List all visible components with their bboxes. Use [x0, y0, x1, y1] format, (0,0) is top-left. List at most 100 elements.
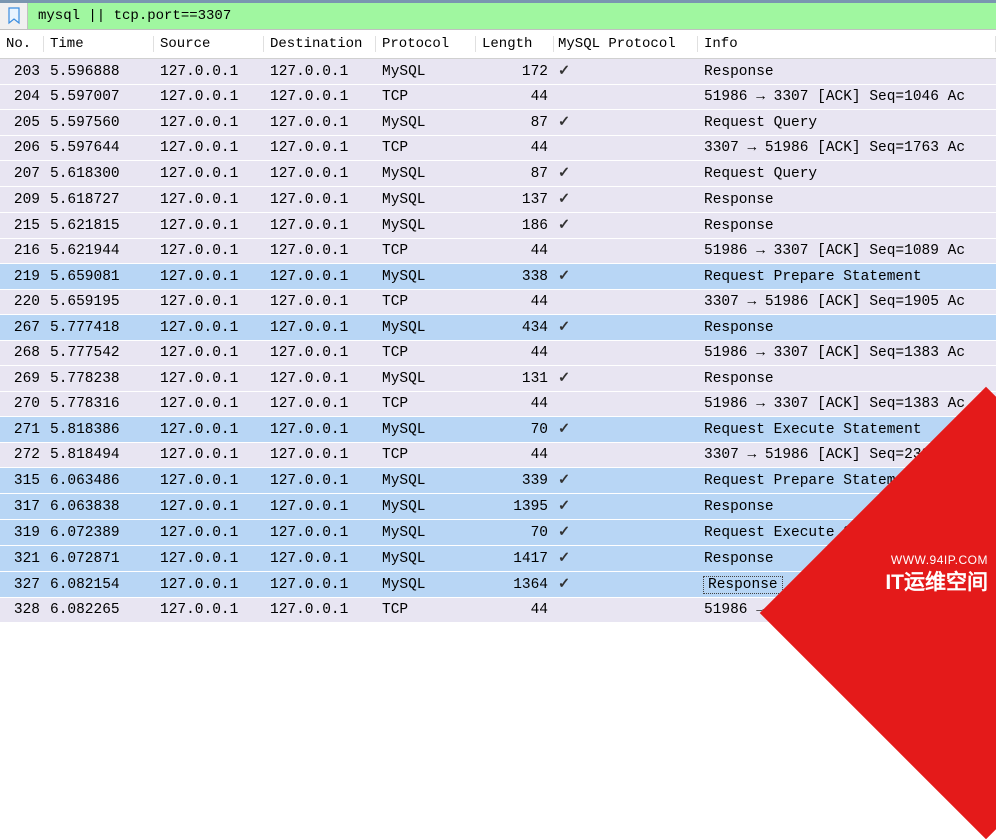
check-icon: ✓: [558, 166, 570, 182]
cell-destination: 127.0.0.1: [264, 341, 376, 366]
cell-no: 206: [0, 136, 44, 161]
cell-time: 5.621944: [44, 239, 154, 264]
packet-row[interactable]: 2695.778238127.0.0.1127.0.0.1MySQL131✓Re…: [0, 366, 996, 392]
packet-row[interactable]: 3216.072871127.0.0.1127.0.0.1MySQL1417✓R…: [0, 546, 996, 572]
cell-time: 6.082265: [44, 598, 154, 623]
cell-length: 70: [476, 417, 554, 443]
col-header-info[interactable]: Info: [698, 30, 996, 59]
packet-row[interactable]: 2725.818494127.0.0.1127.0.0.1TCP443307 →…: [0, 443, 996, 468]
check-icon: ✓: [558, 551, 570, 567]
check-icon: ✓: [558, 269, 570, 285]
cell-no: 269: [0, 366, 44, 392]
cell-protocol: MySQL: [376, 264, 476, 290]
packet-row[interactable]: 3156.063486127.0.0.1127.0.0.1MySQL339✓Re…: [0, 468, 996, 494]
col-header-time[interactable]: Time: [44, 30, 154, 59]
cell-length: 137: [476, 187, 554, 213]
packet-row[interactable]: 2095.618727127.0.0.1127.0.0.1MySQL137✓Re…: [0, 187, 996, 213]
cell-destination: 127.0.0.1: [264, 239, 376, 264]
cell-length: 1417: [476, 546, 554, 572]
filter-bar: [0, 0, 996, 30]
cell-source: 127.0.0.1: [154, 213, 264, 239]
packet-row[interactable]: 2715.818386127.0.0.1127.0.0.1MySQL70✓Req…: [0, 417, 996, 443]
packet-row[interactable]: 2195.659081127.0.0.1127.0.0.1MySQL338✓Re…: [0, 264, 996, 290]
col-header-no[interactable]: No.: [0, 30, 44, 59]
cell-info: Response: [698, 366, 996, 392]
cell-length: 44: [476, 341, 554, 366]
packet-row[interactable]: 2075.618300127.0.0.1127.0.0.1MySQL87✓Req…: [0, 161, 996, 187]
packet-row[interactable]: 3196.072389127.0.0.1127.0.0.1MySQL70✓Req…: [0, 520, 996, 546]
packet-row[interactable]: 2685.777542127.0.0.1127.0.0.1TCP4451986 …: [0, 341, 996, 366]
cell-info: 51986 → 3307 [ACK] Seq=1383 Ac: [698, 341, 996, 366]
cell-time: 5.777418: [44, 315, 154, 341]
cell-protocol: TCP: [376, 85, 476, 110]
packet-row[interactable]: 2705.778316127.0.0.1127.0.0.1TCP4451986 …: [0, 392, 996, 417]
cell-time: 5.778316: [44, 392, 154, 417]
cell-length: 434: [476, 315, 554, 341]
check-icon: ✓: [558, 422, 570, 438]
packet-row[interactable]: 2205.659195127.0.0.1127.0.0.1TCP443307 →…: [0, 290, 996, 315]
col-header-length[interactable]: Length: [476, 30, 554, 59]
cell-source: 127.0.0.1: [154, 315, 264, 341]
cell-info: Request Execute Statement: [698, 417, 996, 443]
check-icon: ✓: [558, 218, 570, 234]
cell-info: 51986 → 3: [698, 598, 996, 623]
cell-no: 317: [0, 494, 44, 520]
cell-no: 315: [0, 468, 44, 494]
packet-row[interactable]: 3176.063838127.0.0.1127.0.0.1MySQL1395✓R…: [0, 494, 996, 520]
cell-source: 127.0.0.1: [154, 341, 264, 366]
col-header-source[interactable]: Source: [154, 30, 264, 59]
cell-length: 172: [476, 59, 554, 85]
cell-info: 51986 → 3307 [ACK] Seq=1089 Ac: [698, 239, 996, 264]
cell-source: 127.0.0.1: [154, 546, 264, 572]
packet-row[interactable]: 2675.777418127.0.0.1127.0.0.1MySQL434✓Re…: [0, 315, 996, 341]
packet-row[interactable]: 2045.597007127.0.0.1127.0.0.1TCP4451986 …: [0, 85, 996, 110]
cell-time: 5.659081: [44, 264, 154, 290]
check-icon: ✓: [558, 473, 570, 489]
cell-time: 5.597560: [44, 110, 154, 136]
cell-info: 51986 → 3307 [ACK] Seq=1383 Ac: [698, 392, 996, 417]
cell-source: 127.0.0.1: [154, 239, 264, 264]
cell-length: 44: [476, 598, 554, 623]
check-icon: ✓: [558, 115, 570, 131]
packet-row[interactable]: 3276.082154127.0.0.1127.0.0.1MySQL1364✓R…: [0, 572, 996, 598]
cell-mysql-protocol: ✓: [554, 59, 698, 85]
cell-protocol: MySQL: [376, 59, 476, 85]
cell-mysql-protocol: ✓: [554, 187, 698, 213]
col-header-protocol[interactable]: Protocol: [376, 30, 476, 59]
check-icon: ✓: [558, 499, 570, 515]
cell-protocol: MySQL: [376, 572, 476, 598]
col-header-mysql[interactable]: MySQL Protocol: [554, 30, 698, 59]
cell-protocol: MySQL: [376, 546, 476, 572]
packet-row[interactable]: 2155.621815127.0.0.1127.0.0.1MySQL186✓Re…: [0, 213, 996, 239]
check-icon: ✓: [558, 192, 570, 208]
cell-time: 6.082154: [44, 572, 154, 598]
cell-protocol: TCP: [376, 392, 476, 417]
packet-row[interactable]: 2035.596888127.0.0.1127.0.0.1MySQL172✓Re…: [0, 59, 996, 85]
cell-length: 131: [476, 366, 554, 392]
display-filter-input[interactable]: [28, 3, 996, 29]
cell-destination: 127.0.0.1: [264, 598, 376, 623]
packet-row[interactable]: 2065.597644127.0.0.1127.0.0.1TCP443307 →…: [0, 136, 996, 161]
cell-no: 319: [0, 520, 44, 546]
cell-time: 5.777542: [44, 341, 154, 366]
packet-row[interactable]: 3286.082265127.0.0.1127.0.0.1TCP4451986 …: [0, 598, 996, 623]
packet-row[interactable]: 2055.597560127.0.0.1127.0.0.1MySQL87✓Req…: [0, 110, 996, 136]
cell-time: 5.597644: [44, 136, 154, 161]
packet-row[interactable]: 2165.621944127.0.0.1127.0.0.1TCP4451986 …: [0, 239, 996, 264]
cell-length: 338: [476, 264, 554, 290]
cell-protocol: TCP: [376, 443, 476, 468]
col-header-destination[interactable]: Destination: [264, 30, 376, 59]
cell-destination: 127.0.0.1: [264, 443, 376, 468]
cell-info: Request Query: [698, 110, 996, 136]
cell-time: 5.778238: [44, 366, 154, 392]
bookmark-icon-button[interactable]: [0, 3, 28, 29]
cell-mysql-protocol: [554, 239, 698, 264]
cell-info: Request Prepare Statement: [698, 264, 996, 290]
cell-source: 127.0.0.1: [154, 494, 264, 520]
cell-source: 127.0.0.1: [154, 392, 264, 417]
packet-list-panel: No. Time Source Destination Protocol Len…: [0, 30, 996, 623]
cell-source: 127.0.0.1: [154, 110, 264, 136]
cell-time: 6.063838: [44, 494, 154, 520]
cell-source: 127.0.0.1: [154, 366, 264, 392]
cell-time: 5.596888: [44, 59, 154, 85]
